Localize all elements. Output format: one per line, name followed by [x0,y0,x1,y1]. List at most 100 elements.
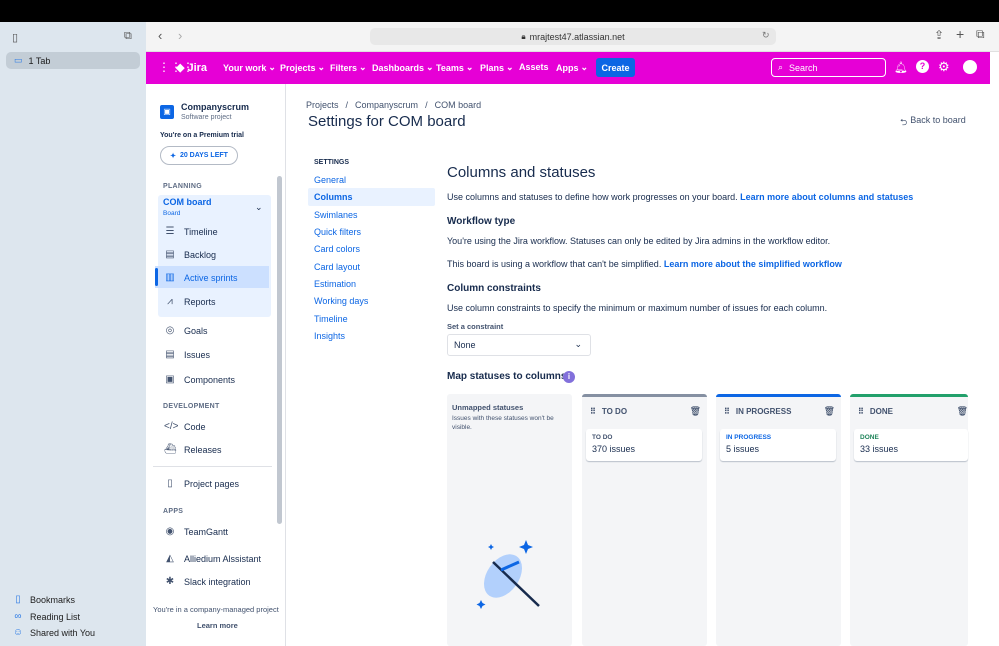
unmapped-description: Issues with these statuses won't be visi… [452,415,554,431]
sidebar-item-reports[interactable]: ⩘ Reports [164,296,215,307]
constraint-value: None [454,340,476,350]
settings-item-swimlanes[interactable]: Swimlanes [314,210,358,220]
settings-item-columns[interactable]: Columns [314,192,353,202]
sidebar-item-issues[interactable]: ▤ Issues [164,349,210,360]
info-icon[interactable]: i [563,371,575,383]
column-in-progress[interactable]: ⠿ IN PROGRESS 🗑︎ IN PROGRESS 5 issues [716,394,841,646]
project-avatar-icon: ▣ [160,105,174,119]
help-icon[interactable]: ? [916,60,929,73]
sidebar-item-project-pages[interactable]: ▯ Project pages [164,478,239,489]
sidebar-item-teamgantt[interactable]: ◉ TeamGantt [164,526,228,537]
learn-more-link[interactable]: Learn more [197,621,238,630]
reading-list-item[interactable]: ∞ Reading List [12,611,80,622]
tab-group-item[interactable]: ▭ 1 Tab [6,52,140,69]
nav-label: Assets [519,62,549,72]
settings-item-insights[interactable]: Insights [314,331,345,341]
nav-label: Teams [436,62,464,73]
nav-apps[interactable]: Apps ⌄ [556,62,588,73]
constraint-select[interactable]: None ⌄ [447,334,591,356]
column-done[interactable]: ⠿ DONE 🗑︎ DONE 33 issues [850,394,968,646]
nav-your-work[interactable]: Your work ⌄ [223,62,276,73]
status-card-to-do[interactable]: TO DO 370 issues [586,429,702,461]
settings-title: SETTINGS [314,159,350,166]
url-bar[interactable]: 🔒︎ mrajtest47.atlassian.net [370,28,776,45]
sidebar-item-backlog[interactable]: ▤ Backlog [164,249,216,260]
board-sub: Board [163,210,181,217]
sidebar-item-slack[interactable]: ✱ Slack integration [164,576,251,587]
sidebar-toggle-icon[interactable]: ▯ [12,31,18,44]
slack-icon: ✱ [165,576,175,587]
tabs-icon[interactable]: ⧉ [976,27,985,42]
status-card-done[interactable]: DONE 33 issues [854,429,968,461]
sidebar-item-goals[interactable]: ◎ Goals [164,325,208,336]
column-header: ⠿ DONE [858,407,893,416]
nav-assets[interactable]: Assets [519,62,549,72]
trash-icon[interactable]: 🗑︎ [824,406,835,417]
unmapped-title: Unmapped statuses [452,403,524,412]
create-button[interactable]: Create [596,58,635,77]
unmapped-statuses-column: Unmapped statuses Issues with these stat… [447,394,572,646]
settings-item-general[interactable]: General [314,175,346,185]
settings-item-estimation[interactable]: Estimation [314,279,356,289]
nav-projects[interactable]: Projects ⌄ [280,62,325,73]
status-card-in-progress[interactable]: IN PROGRESS 5 issues [720,429,836,461]
back-icon[interactable]: ‹ [158,28,162,43]
breadcrumb-project[interactable]: Companyscrum [355,100,418,110]
map-statuses-heading: Map statuses to columns [447,371,567,382]
url-text: mrajtest47.atlassian.net [529,31,625,42]
search-input[interactable]: ⌕ Search [771,58,886,77]
settings-item-quick-filters[interactable]: Quick filters [314,227,361,237]
reload-icon[interactable]: ↻ [762,30,770,41]
bookmarks-item[interactable]: ▯ Bookmarks [12,594,75,605]
avatar[interactable] [963,60,977,74]
search-placeholder: Search [789,62,818,73]
sidebar-item-active-sprints[interactable]: ▥ Active sprints [164,272,237,283]
settings-item-timeline[interactable]: Timeline [314,314,348,324]
settings-item-card-layout[interactable]: Card layout [314,262,360,272]
shared-with-you-item[interactable]: ☺ Shared with You [12,627,95,638]
nav-teams[interactable]: Teams ⌄ [436,62,473,73]
back-to-board-link[interactable]: ⮌ Back to board [900,115,966,131]
sidebar-item-releases[interactable]: ⛴ Releases [164,444,222,455]
trash-icon[interactable]: 🗑︎ [957,406,968,417]
drag-handle-icon[interactable]: ⠿ [858,407,864,416]
forward-icon[interactable]: › [178,28,182,43]
notifications-icon[interactable]: 🔔︎ [894,61,908,74]
chevron-down-icon[interactable]: ⌄ [255,202,263,213]
drag-handle-icon[interactable]: ⠿ [590,407,596,416]
issues-icon: ▤ [165,349,175,360]
board-name[interactable]: COM board [163,197,212,207]
sidebar-item-components[interactable]: ▣ Components [164,374,235,385]
issue-count: 5 issues [726,444,760,454]
goal-icon: ◎ [165,325,175,336]
breadcrumb-board[interactable]: COM board [435,100,482,110]
sidebar-item-label: Components [184,374,236,385]
chevron-down-icon: ⌄ [506,62,514,72]
tab-overview-icon[interactable]: ⧉ [124,30,132,43]
settings-gear-icon[interactable]: ⚙ [938,59,950,75]
sidebar-item-timeline[interactable]: ☰ Timeline [164,226,218,237]
column-to-do[interactable]: ⠿ TO DO 🗑︎ TO DO 370 issues [582,394,707,646]
drag-handle-icon[interactable]: ⠿ [724,407,730,416]
settings-item-card-colors[interactable]: Card colors [314,244,360,254]
project-name[interactable]: Companyscrum [181,102,249,112]
page-icon: ▯ [167,478,173,489]
share-icon[interactable]: ⇪ [934,28,944,42]
sidebar-item-code[interactable]: </> Code [164,421,206,432]
days-left-button[interactable]: ✦ 20 DAYS LEFT [160,146,238,165]
breadcrumb-projects[interactable]: Projects [306,100,339,110]
nav-filters[interactable]: Filters ⌄ [330,62,367,73]
jira-logo[interactable]: ◆ Jira [176,61,207,75]
nav-dashboards[interactable]: Dashboards ⌄ [372,62,434,73]
intro-text: Use columns and statuses to define how w… [447,192,738,202]
company-managed-text: You're in a company-managed project [153,605,279,614]
jira-logo-icon: ◆ [176,62,185,74]
trash-icon[interactable]: 🗑︎ [690,406,701,417]
sidebar-item-alliedium[interactable]: ◭ Alliedium Alssistant [164,553,261,564]
settings-item-working-days[interactable]: Working days [314,296,368,306]
sidebar-scrollbar[interactable] [277,176,282,524]
learn-more-columns-link[interactable]: Learn more about columns and statuses [740,192,913,202]
nav-plans[interactable]: Plans ⌄ [480,62,514,73]
simplified-workflow-link[interactable]: Learn more about the simplified workflow [664,259,842,269]
new-tab-icon[interactable]: + [956,26,964,42]
